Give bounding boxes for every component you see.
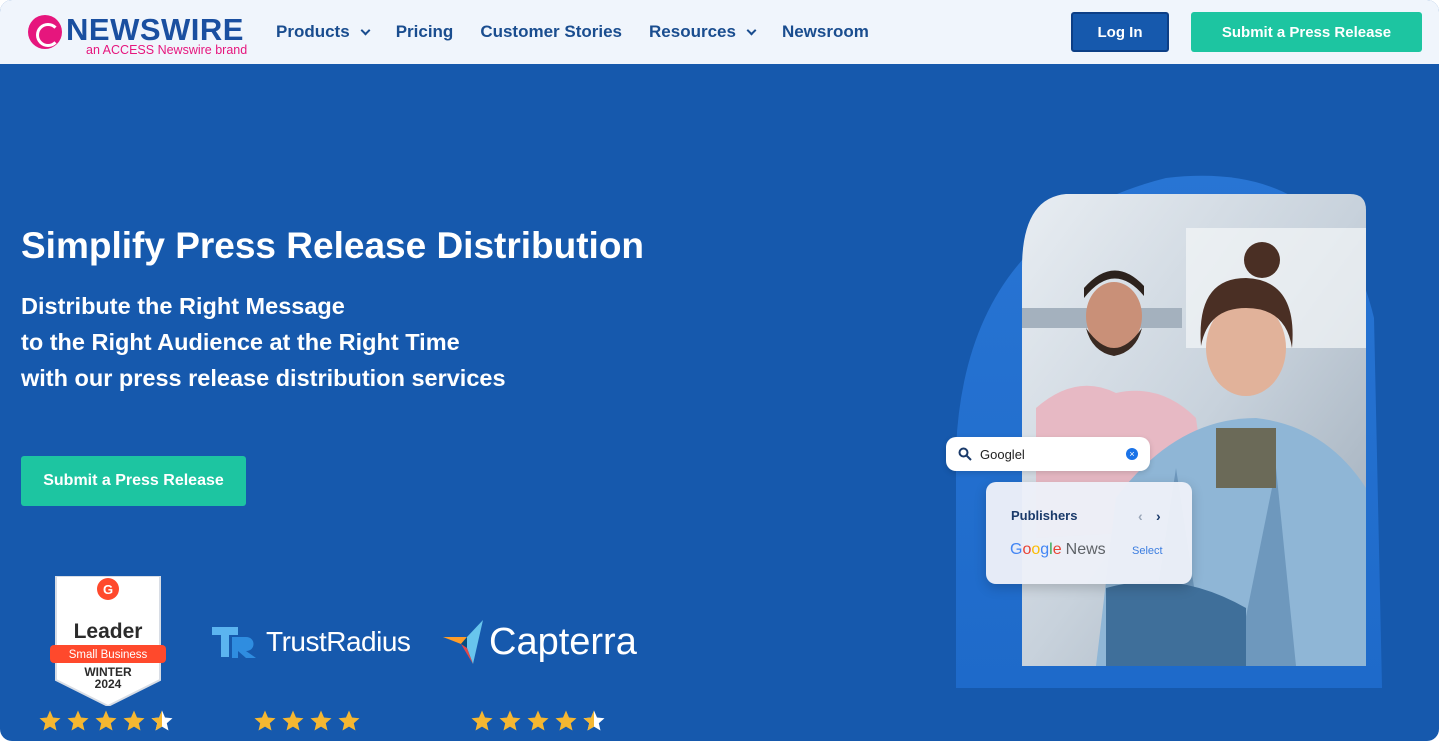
site-header: NEWSWIRE an ACCESS Newswire brand Produc…: [0, 0, 1439, 64]
star-icon: [151, 710, 173, 731]
star-icon: [282, 710, 304, 731]
star-icon: [67, 710, 89, 731]
capterra-wordmark: Capterra: [489, 620, 637, 663]
chevron-right-icon[interactable]: ›: [1156, 508, 1161, 524]
trustradius-rating-stars: [253, 709, 365, 733]
newswire-logo[interactable]: NEWSWIRE an ACCESS Newswire brand: [28, 13, 258, 57]
g2-badge-title: Leader: [74, 620, 143, 643]
clear-icon[interactable]: ×: [1126, 448, 1138, 460]
access-logo-icon: [28, 15, 62, 49]
g2-rating-stars: [38, 709, 178, 733]
nav-item-resources[interactable]: Resources: [649, 22, 757, 42]
chevron-left-icon[interactable]: ‹: [1138, 508, 1143, 524]
nav-item-label: Resources: [649, 22, 736, 41]
logo-wordmark: NEWSWIRE: [66, 12, 244, 47]
star-icon: [254, 710, 276, 731]
submit-press-release-hero-button[interactable]: Submit a Press Release: [21, 456, 246, 506]
capterra-rating-stars: [470, 709, 610, 733]
hero-title: Simplify Press Release Distribution: [21, 225, 645, 266]
news-wordmark: News: [1065, 541, 1106, 558]
chevron-down-icon: [360, 25, 371, 35]
nav-item-pricing[interactable]: Pricing: [396, 22, 454, 42]
svg-text:G: G: [103, 582, 113, 597]
page-frame: NEWSWIRE an ACCESS Newswire brand Produc…: [0, 0, 1439, 741]
login-button[interactable]: Log In: [1071, 12, 1169, 52]
star-icon: [95, 710, 117, 731]
star-icon: [555, 710, 577, 731]
capterra-icon: [443, 620, 483, 664]
star-icon: [583, 710, 605, 731]
nav-item-products[interactable]: Products: [276, 22, 371, 42]
star-icon: [123, 710, 145, 731]
trustradius-logo: TrustRadius: [212, 622, 411, 662]
office-photo: [1022, 194, 1366, 666]
submit-press-release-header-button[interactable]: Submit a Press Release: [1191, 12, 1422, 52]
search-icon: [958, 447, 972, 461]
logo-tagline: an ACCESS Newswire brand: [86, 43, 248, 57]
nav-item-newsroom[interactable]: Newsroom: [782, 22, 869, 42]
g2-badge-ribbon: Small Business: [69, 649, 148, 661]
select-publisher-link[interactable]: Select: [1132, 545, 1163, 557]
google-wordmark: Google: [1010, 541, 1062, 558]
hero-illustration: [956, 175, 1382, 688]
hero-subtitle: Distribute the Right Message to the Righ…: [21, 288, 506, 396]
google-news-logo: Google News: [1010, 541, 1106, 559]
star-icon: [471, 710, 493, 731]
search-box[interactable]: Googlel ×: [946, 437, 1150, 471]
star-icon: [310, 710, 332, 731]
hero-subtitle-line: with our press release distribution serv…: [21, 365, 506, 391]
star-icon: [527, 710, 549, 731]
star-icon: [338, 710, 360, 731]
nav-item-customer-stories[interactable]: Customer Stories: [480, 22, 622, 42]
chevron-down-icon: [746, 25, 757, 35]
trustradius-icon: [212, 627, 256, 658]
publishers-title: Publishers: [1011, 508, 1078, 523]
trustradius-wordmark: TrustRadius: [266, 626, 411, 657]
nav-item-label: Newsroom: [781, 22, 869, 41]
nav-item-label: Customer Stories: [480, 22, 623, 41]
hero-subtitle-line: Distribute the Right Message: [21, 293, 345, 319]
nav-item-label: Pricing: [395, 22, 454, 41]
nav-item-label: Products: [276, 22, 350, 41]
star-icon: [39, 710, 61, 731]
publishers-card: Publishers ‹ › Google News Select: [986, 482, 1192, 584]
capterra-logo: Capterra: [443, 618, 637, 666]
g2-badge-year: 2024: [95, 677, 122, 691]
main-nav: Products Pricing Customer Stories Resour…: [276, 0, 896, 64]
hero-subtitle-line: to the Right Audience at the Right Time: [21, 329, 460, 355]
star-icon: [499, 710, 521, 731]
g2-leader-badge: G Leader Small Business WINTER 2024: [50, 576, 166, 706]
search-query-text: Googlel: [980, 446, 1025, 462]
